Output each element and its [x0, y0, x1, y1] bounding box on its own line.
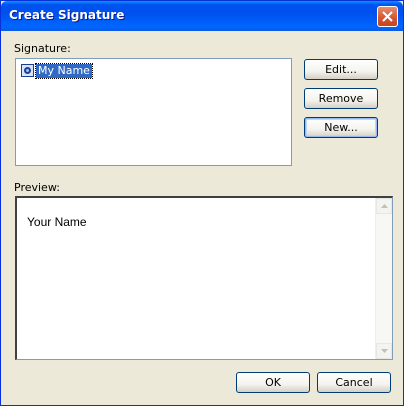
- signature-list[interactable]: My Name: [15, 58, 292, 166]
- chevron-up-icon: [381, 204, 388, 208]
- close-icon: [382, 11, 393, 22]
- new-button[interactable]: New...: [304, 117, 378, 138]
- signature-icon: [21, 64, 34, 77]
- edit-button[interactable]: Edit...: [304, 59, 378, 80]
- list-item-label: My Name: [35, 62, 93, 79]
- window-title: Create Signature: [9, 8, 125, 22]
- list-item[interactable]: My Name: [21, 62, 93, 79]
- dialog-body: Signature: My Name Edit... Remove New...…: [4, 31, 400, 402]
- ok-button[interactable]: OK: [236, 372, 310, 393]
- close-button[interactable]: [377, 6, 398, 27]
- remove-button[interactable]: Remove: [304, 88, 378, 109]
- scroll-up-button[interactable]: [376, 198, 392, 214]
- chevron-down-icon: [381, 349, 388, 353]
- create-signature-dialog: Create Signature Signature: My Name Edit…: [0, 0, 404, 406]
- title-bar[interactable]: Create Signature: [1, 1, 403, 31]
- cancel-button[interactable]: Cancel: [317, 372, 391, 393]
- signature-label: Signature:: [14, 42, 71, 55]
- preview-pane[interactable]: Your Name: [15, 196, 393, 360]
- preview-label: Preview:: [14, 181, 60, 194]
- scroll-down-button[interactable]: [376, 343, 392, 359]
- preview-scrollbar[interactable]: [375, 198, 392, 359]
- preview-text: Your Name: [27, 215, 87, 229]
